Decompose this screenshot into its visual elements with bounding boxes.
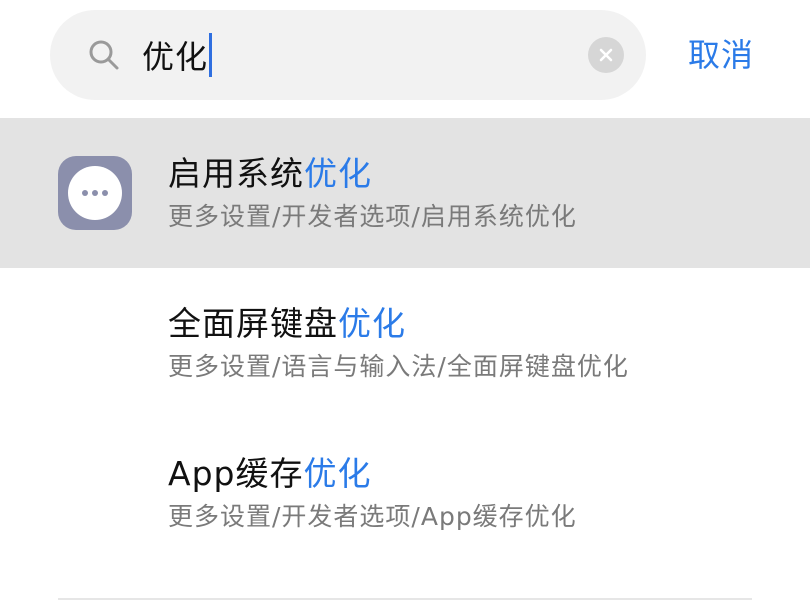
result-title-text: 启用系统 [168,154,304,193]
result-title-text: 全面屏键盘 [168,304,338,343]
result-item-fullscreen-keyboard-optimization[interactable]: 全面屏键盘优化 更多设置/语言与输入法/全面屏键盘优化 [0,268,810,418]
result-path: 更多设置/语言与输入法/全面屏键盘优化 [168,352,629,381]
search-results-list: 启用系统优化 更多设置/开发者选项/启用系统优化 全面屏键盘优化 更多设置/语言… [0,118,810,568]
result-title-match: 优化 [303,454,372,493]
result-title: 全面屏键盘优化 [168,304,406,344]
result-title: App缓存优化 [168,454,371,494]
clear-search-button[interactable] [588,37,624,73]
text-caret [209,33,213,77]
search-input[interactable]: 优化 [142,32,213,78]
close-icon [599,48,613,62]
search-icon [86,37,122,73]
search-box[interactable]: 优化 [50,10,646,100]
search-query-text: 优化 [142,38,209,76]
result-path: 更多设置/开发者选项/App缓存优化 [168,502,577,531]
search-bar: 优化 取消 [0,0,810,112]
divider [58,598,752,600]
result-title-match: 优化 [338,304,406,343]
result-item-enable-system-optimization[interactable]: 启用系统优化 更多设置/开发者选项/启用系统优化 [0,118,810,268]
result-title: 启用系统优化 [168,154,372,194]
cancel-button[interactable]: 取消 [688,32,754,78]
result-path: 更多设置/开发者选项/启用系统优化 [168,202,577,231]
result-title-text: App缓存 [168,454,304,493]
result-item-app-cache-optimization[interactable]: App缓存优化 更多设置/开发者选项/App缓存优化 [0,418,810,568]
result-title-match: 优化 [304,154,372,193]
more-options-icon [58,156,132,230]
